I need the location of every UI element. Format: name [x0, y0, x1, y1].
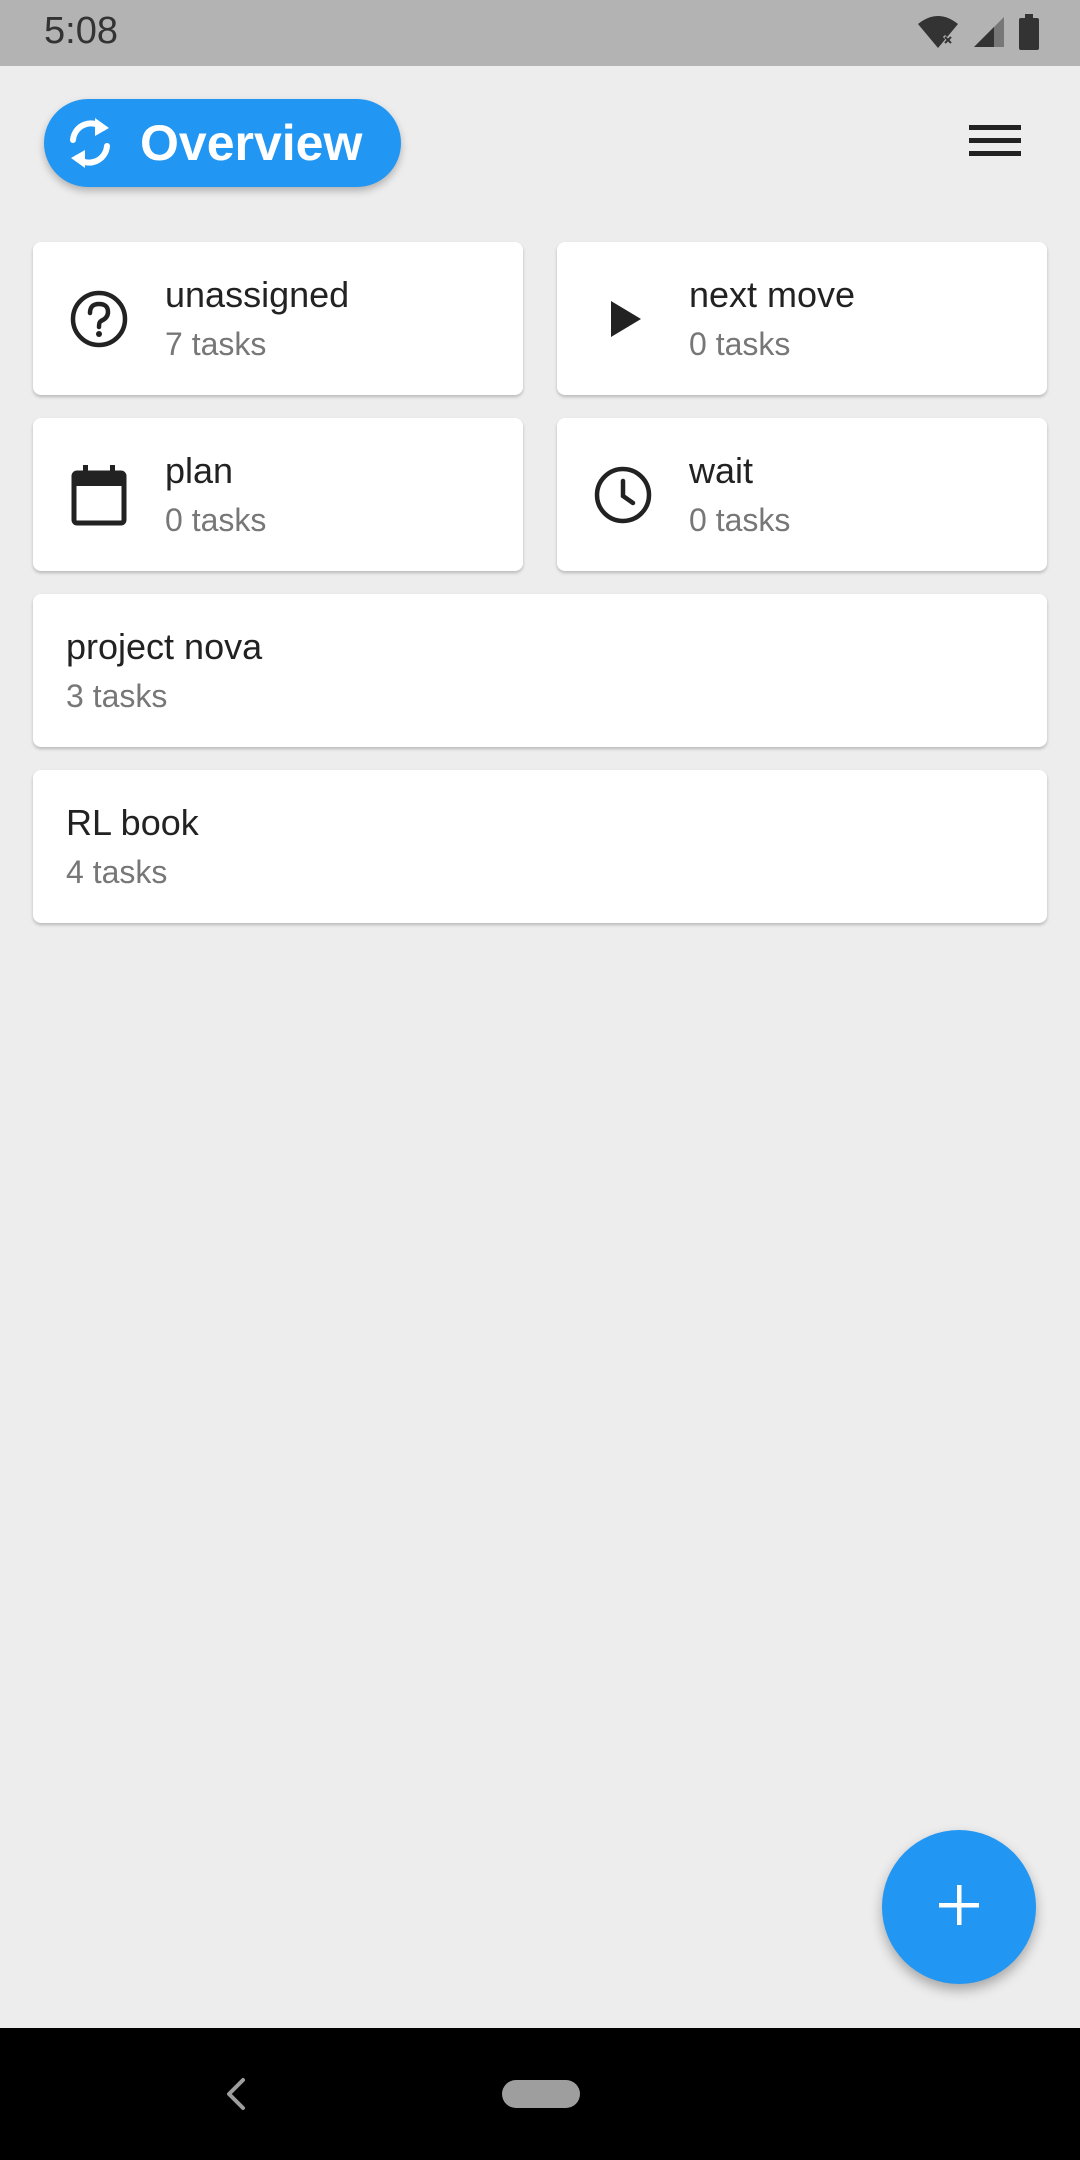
category-title: next move: [689, 274, 856, 315]
overview-screen: 5:08 Overview unassigned 7 tasks next mo…: [0, 0, 1080, 2160]
plus-icon: [937, 1883, 981, 1932]
project-count: 4 tasks: [66, 854, 168, 890]
calendar-icon: [67, 463, 131, 527]
navigation-bar: [0, 2028, 1080, 2160]
cellular-signal-icon: [972, 15, 1006, 54]
back-button[interactable]: [218, 2072, 252, 2116]
overview-button[interactable]: Overview: [44, 99, 401, 187]
overview-title: Overview: [140, 115, 363, 171]
category-count: 7 tasks: [165, 326, 267, 362]
category-count: 0 tasks: [689, 502, 791, 538]
category-title: wait: [689, 450, 754, 491]
category-card-next-move[interactable]: next move 0 tasks: [557, 242, 1047, 395]
wifi-icon: [916, 14, 960, 55]
project-card[interactable]: RL book 4 tasks: [33, 770, 1047, 923]
play-icon: [591, 287, 655, 351]
project-count: 3 tasks: [66, 678, 168, 714]
status-icons: [916, 13, 1040, 55]
sync-icon: [64, 117, 116, 169]
status-time: 5:08: [44, 10, 118, 52]
category-title: unassigned: [165, 274, 350, 315]
category-count: 0 tasks: [689, 326, 791, 362]
hamburger-menu-icon: [969, 123, 1021, 164]
clock-icon: [591, 463, 655, 527]
help-circle-icon: [67, 287, 131, 351]
category-title: plan: [165, 450, 234, 491]
category-count: 0 tasks: [165, 502, 267, 538]
home-button[interactable]: [502, 2080, 580, 2108]
menu-button[interactable]: [966, 118, 1024, 168]
project-title: RL book: [66, 802, 199, 843]
project-card[interactable]: project nova 3 tasks: [33, 594, 1047, 747]
battery-icon: [1018, 13, 1040, 55]
category-card-unassigned[interactable]: unassigned 7 tasks: [33, 242, 523, 395]
project-title: project nova: [66, 626, 263, 667]
add-button[interactable]: [882, 1830, 1036, 1984]
category-card-wait[interactable]: wait 0 tasks: [557, 418, 1047, 571]
category-card-plan[interactable]: plan 0 tasks: [33, 418, 523, 571]
status-bar: 5:08: [0, 0, 1080, 66]
